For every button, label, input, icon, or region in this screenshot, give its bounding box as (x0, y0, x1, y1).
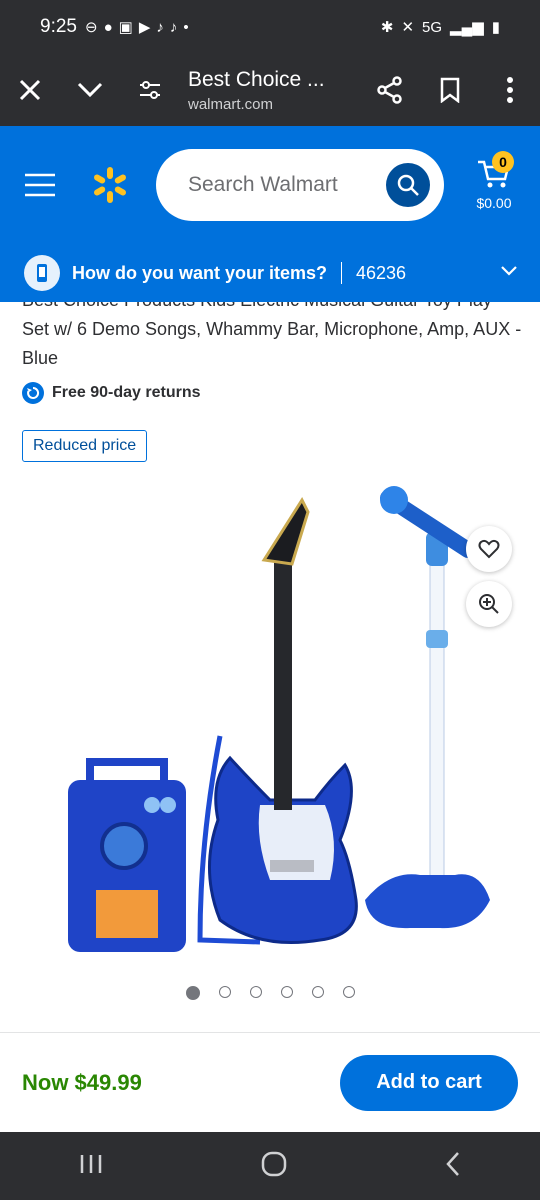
minimize-button[interactable] (60, 54, 120, 126)
notification-icons: ⊖ ● ▣ ▶ ♪ ♪ • (84, 18, 189, 37)
home-button[interactable] (261, 1151, 287, 1182)
microphone-head (380, 486, 408, 514)
phone-delivery-icon (37, 264, 47, 282)
share-icon (377, 76, 402, 104)
zoom-in-icon (479, 594, 499, 614)
current-price: Now $49.99 (22, 1069, 142, 1095)
bookmark-icon (440, 77, 460, 103)
returns-label: Free 90-day returns (52, 384, 201, 401)
home-icon (261, 1151, 287, 1176)
carousel-dot[interactable] (280, 986, 293, 998)
amp-knob (160, 797, 176, 813)
search-input[interactable] (188, 173, 368, 197)
mic-stand-base (365, 874, 490, 929)
amp-knob (144, 797, 160, 813)
add-to-cart-button[interactable]: Add to cart (340, 1054, 518, 1111)
bluetooth-icon: ✱ (380, 19, 394, 36)
guitar-bridge (270, 860, 314, 872)
back-button[interactable] (445, 1151, 461, 1182)
tiktok-icon-2: ♪ (169, 18, 178, 36)
product-title: Best Choice Products Kids Electric Music… (22, 302, 522, 368)
hamburger-icon (25, 173, 55, 197)
close-icon (19, 79, 41, 101)
dnd-icon: ⊖ (84, 19, 98, 36)
recent-apps-icon (80, 1154, 102, 1173)
browser-toolbar: Best Choice ... walmart.com (0, 54, 540, 126)
more-vert-icon (507, 77, 513, 103)
search-icon (397, 174, 419, 196)
fulfillment-bar[interactable]: How do you want your items? 46236 (0, 244, 540, 302)
bookmark-button[interactable] (420, 54, 480, 126)
share-button[interactable] (360, 54, 420, 126)
gallery-icon: ▣ (118, 19, 133, 36)
purchase-bar: Now $49.99 Add to cart (0, 1032, 540, 1132)
heart-icon (478, 539, 500, 559)
menu-button[interactable] (0, 126, 80, 244)
carousel-dot[interactable] (311, 986, 324, 998)
search-bar[interactable] (156, 149, 444, 221)
chevron-down-icon (77, 82, 103, 98)
close-tab-button[interactable] (0, 54, 60, 126)
carousel-dot[interactable] (218, 986, 231, 998)
recent-apps-button[interactable] (79, 1153, 103, 1180)
zip-code: 46236 (356, 262, 407, 283)
tune-icon (140, 81, 160, 99)
site-settings-button[interactable] (120, 54, 180, 126)
returns-info: Free 90-day returns (22, 382, 201, 404)
page-title: Best Choice ... (188, 67, 325, 91)
more-options-button[interactable] (480, 54, 540, 126)
cart-button[interactable]: 0 $0.00 (464, 151, 524, 211)
more-dot-icon: • (183, 18, 189, 36)
signal-icon: ▂▄▆ (450, 19, 484, 36)
youtube-icon: ▶ (138, 19, 151, 36)
carousel-dot[interactable] (249, 986, 262, 998)
system-nav-bar (0, 1132, 540, 1200)
guitar-set-image (68, 486, 490, 952)
amp-speaker (100, 822, 148, 870)
mute-icon: ✕ (401, 19, 415, 36)
amp-light-panel (96, 890, 158, 938)
divider (341, 262, 343, 284)
favorite-button[interactable] (466, 526, 512, 572)
system-icons: ✱ ✕ 5G ▂▄▆ ▮ (380, 18, 500, 37)
network-label: 5G (422, 18, 443, 36)
carousel-dot[interactable] (342, 986, 355, 998)
fulfillment-question: How do you want your items? (72, 262, 328, 283)
fulfillment-icon (24, 255, 60, 291)
status-bar: 9:25 ⊖ ● ▣ ▶ ♪ ♪ • ✱ ✕ 5G ▂▄▆ ▮ (0, 0, 540, 54)
image-carousel-dots (0, 986, 540, 1000)
walmart-header: 0 $0.00 (0, 126, 540, 244)
page-info[interactable]: Best Choice ... walmart.com (180, 68, 360, 113)
chat-icon: ● (103, 18, 113, 36)
carousel-dot[interactable] (185, 986, 200, 1000)
zoom-button[interactable] (466, 581, 512, 627)
chevron-down-icon (500, 264, 518, 282)
back-icon (446, 1151, 459, 1176)
guitar-headstock (261, 496, 310, 566)
returns-icon (22, 382, 44, 404)
tiktok-icon: ♪ (156, 18, 164, 36)
cart-count-badge: 0 (492, 151, 514, 173)
product-image[interactable] (60, 480, 500, 964)
mic-stand-pole (429, 559, 445, 891)
product-content: Best Choice Products Kids Electric Music… (0, 302, 540, 1032)
battery-icon: ▮ (491, 19, 500, 36)
reduced-price-badge: Reduced price (22, 430, 148, 462)
guitar-neck (274, 560, 292, 810)
status-time: 9:25 (40, 16, 77, 37)
mic-stand-joint (426, 630, 448, 648)
amp-handle (86, 758, 168, 780)
search-button[interactable] (386, 163, 430, 207)
cart-amount: $0.00 (476, 195, 512, 211)
walmart-logo[interactable] (80, 126, 140, 244)
spark-icon (94, 167, 126, 203)
page-url: walmart.com (188, 95, 274, 113)
